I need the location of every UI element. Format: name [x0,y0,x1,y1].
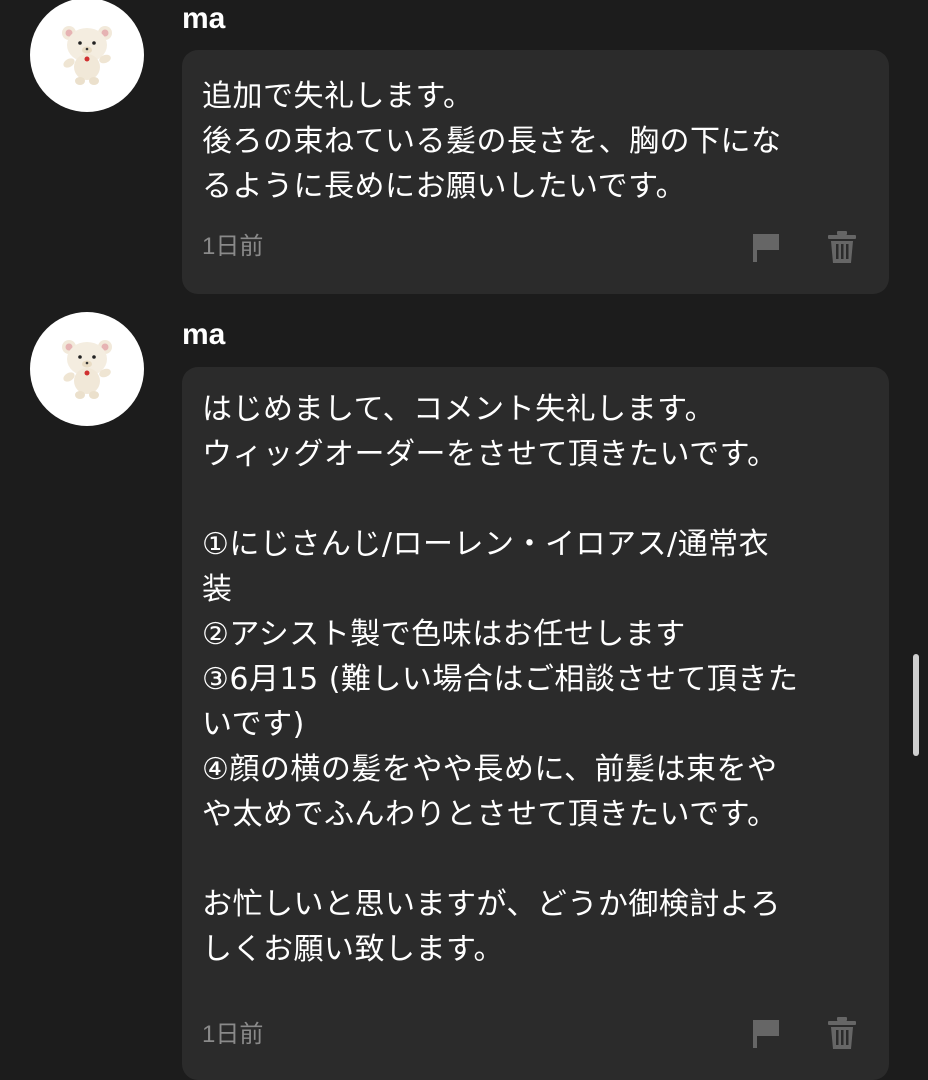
comment-text: 追加で失礼します。 後ろの束ねている髪の長さを、胸の下にな るように長めにお願い… [202,79,782,204]
username[interactable]: ma [182,0,225,38]
timestamp: 1日前 [202,1021,264,1048]
trash-icon[interactable] [826,1016,858,1050]
scrollbar-thumb[interactable] [913,654,919,756]
comment-feed: ma 追加で失礼します。 後ろの束ねている髪の長さを、胸の下にな るように長めに… [0,0,928,1080]
avatar[interactable] [30,0,144,112]
trash-icon[interactable] [826,230,858,264]
timestamp: 1日前 [202,233,264,260]
comment-text: はじめまして、コメント失礼します。 ウィッグオーダーをさせて頂きたいです。 ①に… [202,392,799,967]
flag-icon[interactable] [750,1016,782,1050]
comment-bubble: はじめまして、コメント失礼します。 ウィッグオーダーをさせて頂きたいです。 ①に… [182,367,889,1080]
flag-icon[interactable] [750,230,782,264]
comment-bubble: 追加で失礼します。 後ろの束ねている髪の長さを、胸の下にな るように長めにお願い… [182,50,889,294]
username[interactable]: ma [182,316,225,354]
bear-plush-icon [62,26,112,85]
bear-plush-icon [62,340,112,399]
avatar[interactable] [30,312,144,426]
